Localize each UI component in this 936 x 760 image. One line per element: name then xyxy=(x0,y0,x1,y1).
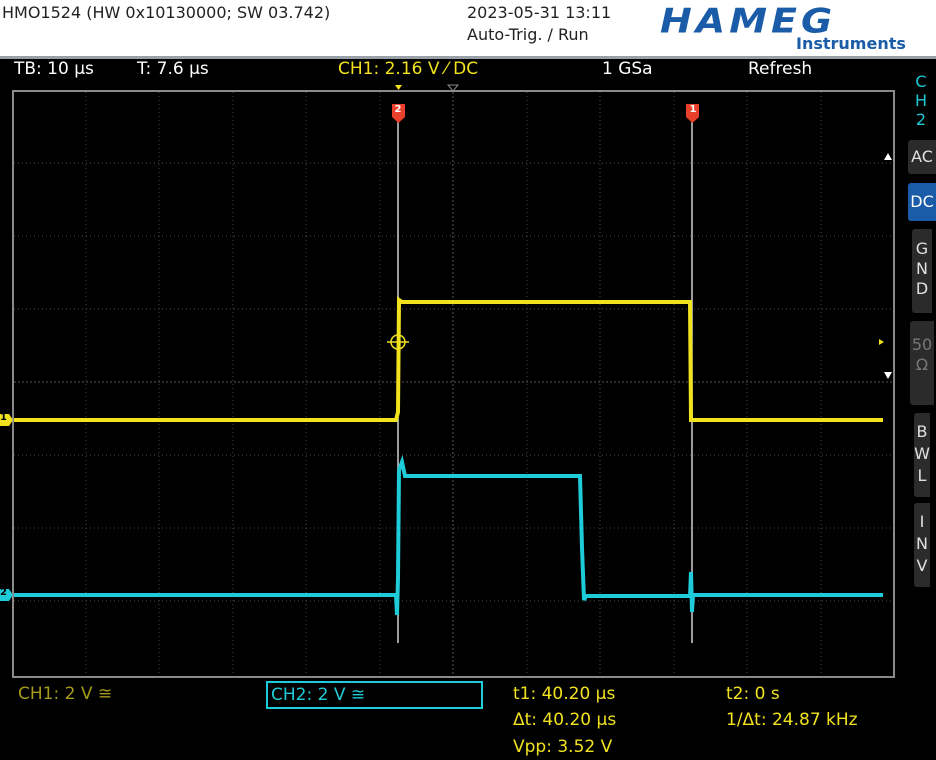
cursor-frequency-readout: 1/Δt: 24.87 kHz xyxy=(726,710,858,730)
timebase-readout[interactable]: TB: 10 µs xyxy=(14,59,94,79)
cursor-delta-t-readout: Δt: 40.20 µs xyxy=(513,710,617,730)
sample-rate-readout: 1 GSa xyxy=(602,59,653,79)
ch1-trigger-readout[interactable]: CH1: 2.16 V ⁄ DC xyxy=(338,59,478,79)
coupling-ac-button[interactable]: AC xyxy=(908,140,936,174)
cursor-t2-readout: t2: 0 s xyxy=(726,684,780,704)
sidebar-channel-letter-3: 2 xyxy=(915,110,927,129)
waveform-display[interactable] xyxy=(12,90,895,678)
title-bar: HMO1524 (HW 0x10130000; SW 03.742) 2023-… xyxy=(0,0,936,56)
device-info: HMO1524 (HW 0x10130000; SW 03.742) xyxy=(2,3,331,22)
vpp-readout: Vpp: 3.52 V xyxy=(513,737,613,757)
status-bar: TB: 10 µs T: 7.6 µs CH1: 2.16 V ⁄ DC 1 G… xyxy=(0,59,906,87)
trigger-time-readout[interactable]: T: 7.6 µs xyxy=(137,59,209,79)
sidebar-channel-letter-1: C xyxy=(915,72,927,91)
ch2-scale-readout[interactable]: CH2: 2 V ≅ xyxy=(266,681,483,709)
ch1-ground-label: 1 xyxy=(0,412,7,423)
acquisition-mode[interactable]: Refresh xyxy=(748,59,812,79)
coupling-gnd-button[interactable]: GND xyxy=(912,229,932,313)
cursor-2-label[interactable]: 2 xyxy=(392,104,404,115)
coupling-dc-button[interactable]: DC xyxy=(908,183,936,221)
sidebar-channel-letter-2: H xyxy=(914,91,928,110)
hameg-logo-sub: Instruments xyxy=(796,34,906,53)
datetime: 2023-05-31 13:11 xyxy=(467,3,612,22)
cursor-1-label[interactable]: 1 xyxy=(687,104,699,115)
cursor-t1-readout: t1: 40.20 µs xyxy=(513,684,616,704)
measurement-panel: CH1: 2 V ≅ CH2: 2 V ≅ t1: 40.20 µs t2: 0… xyxy=(0,680,906,760)
trigger-status: Auto-Trig. / Run xyxy=(467,25,589,44)
invert-button[interactable]: INV xyxy=(914,503,930,587)
ch1-scale-readout[interactable]: CH1: 2 V ≅ xyxy=(18,684,112,704)
ch2-ground-label: 2 xyxy=(0,587,7,598)
impedance-50-button[interactable]: 50Ω xyxy=(910,321,934,405)
bandwidth-limit-button[interactable]: BWL xyxy=(914,413,930,497)
